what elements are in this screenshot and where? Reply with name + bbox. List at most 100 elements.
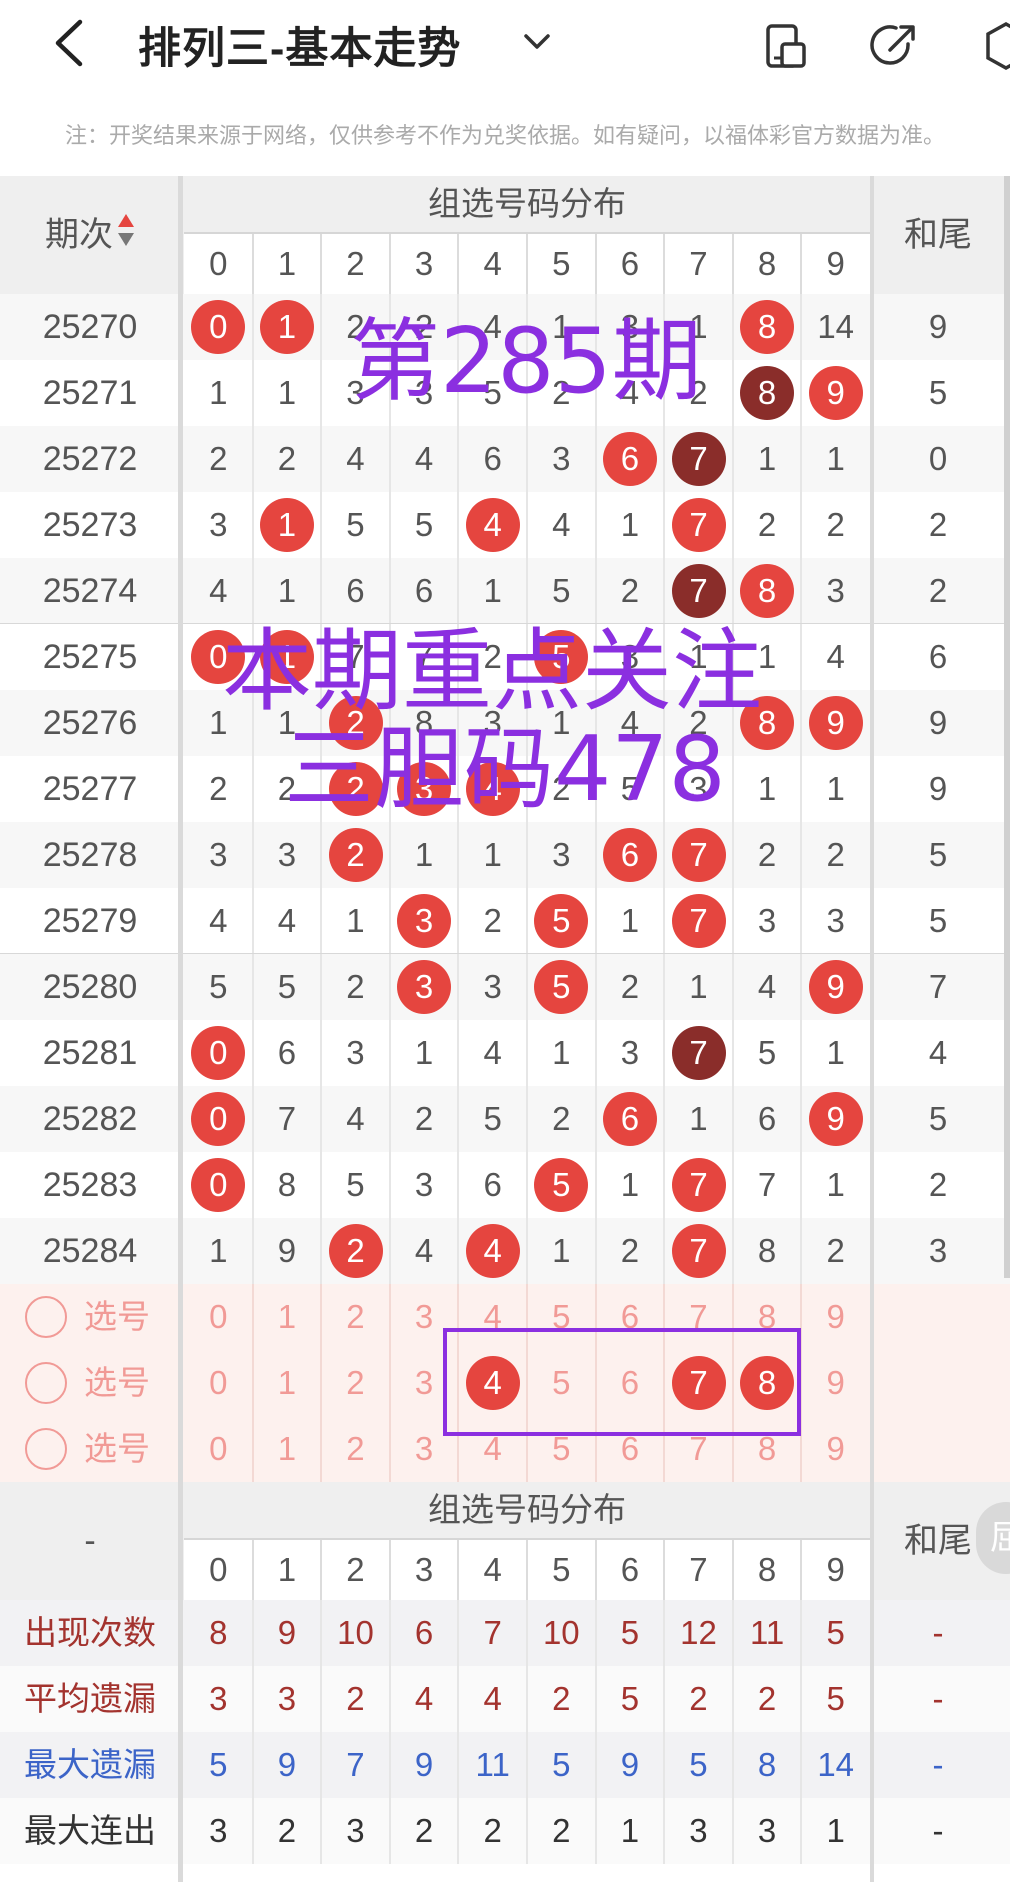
pickable-number[interactable]: 2: [321, 1350, 390, 1416]
pickable-number[interactable]: 1: [253, 1350, 322, 1416]
omission-value: 2: [826, 836, 845, 873]
omission-value: 6: [483, 440, 502, 477]
sum-tail-value: 2: [928, 1166, 948, 1203]
stats-value: 12: [680, 1614, 717, 1651]
stats-value: 2: [414, 1812, 434, 1849]
sum-tail-value: 5: [928, 836, 948, 873]
stats-tail-value: -: [932, 1812, 944, 1849]
omission-value: 2: [757, 836, 777, 873]
pickable-number[interactable]: 1: [253, 1416, 322, 1482]
drawn-number-ball: 1: [259, 300, 314, 354]
stats-value: 2: [483, 1812, 502, 1849]
stats-group-header: 组选号码分布: [428, 1491, 626, 1528]
omission-value: 2: [209, 440, 228, 477]
omission-value: 4: [277, 902, 297, 939]
drawn-number-ball: 7: [671, 1158, 726, 1212]
omission-value: 2: [620, 968, 640, 1005]
drawn-number-ball: 3: [397, 894, 452, 948]
omission-value: 2: [414, 1100, 434, 1137]
omission-value: 3: [620, 1034, 640, 1071]
drawn-number-ball: 4: [465, 498, 520, 552]
pickable-number[interactable]: 2: [321, 1284, 390, 1350]
table-row: 25284 1 9 2 4 4 1 2 7 8 2 3: [0, 1218, 1010, 1284]
stats-value: 5: [620, 1680, 640, 1717]
omission-value: 2: [552, 1100, 571, 1137]
omission-value: 3: [346, 1034, 365, 1071]
omission-value: 1: [209, 374, 228, 411]
pickable-number[interactable]: 9: [801, 1284, 870, 1350]
pickable-number[interactable]: 0: [184, 1416, 253, 1482]
omission-value: 7: [757, 1166, 777, 1203]
issue-column-header[interactable]: 期次: [0, 176, 180, 294]
pickable-number[interactable]: 0: [184, 1284, 253, 1350]
picker-label[interactable]: 选号: [84, 1350, 150, 1416]
picker-label[interactable]: 选号: [84, 1284, 150, 1350]
omission-value: 1: [757, 440, 777, 477]
back-arrow-icon[interactable]: [50, 18, 90, 68]
pickable-number[interactable]: 9: [801, 1416, 870, 1482]
digit-header-2: 2: [346, 1551, 365, 1588]
sum-tail-value: 9: [928, 308, 948, 345]
pickable-number[interactable]: 0: [184, 1350, 253, 1416]
stats-value: 10: [542, 1614, 580, 1651]
issue-number: 25271: [42, 374, 138, 412]
sort-icon[interactable]: [117, 178, 135, 296]
pickable-number[interactable]: 1: [253, 1284, 322, 1350]
layout-toggle-icon[interactable]: [760, 20, 812, 72]
pickable-number[interactable]: 2: [321, 1416, 390, 1482]
omission-value: 2: [826, 1232, 845, 1269]
omission-value: 1: [689, 1100, 708, 1137]
drawn-number-ball: 7: [671, 432, 726, 486]
chevron-down-icon[interactable]: [520, 26, 554, 56]
omission-value: 1: [620, 1166, 640, 1203]
omission-value: 1: [552, 1034, 571, 1071]
sum-tail-value: 9: [928, 770, 948, 807]
omission-value: 1: [757, 770, 777, 807]
digit-header-row: 0 1 2 3 4 5 6 7 8 9: [184, 234, 870, 294]
picker-radio-icon[interactable]: [25, 1428, 67, 1470]
issue-number: 25270: [42, 308, 138, 346]
share-icon[interactable]: [868, 20, 920, 72]
drawn-number-ball: 3: [397, 960, 452, 1014]
settings-icon[interactable]: [980, 20, 1010, 72]
digit-header-2: 2: [346, 245, 365, 282]
omission-value: 2: [757, 506, 777, 543]
pickable-number[interactable]: 9: [801, 1350, 870, 1416]
picker-radio-icon[interactable]: [25, 1362, 67, 1404]
omission-value: 5: [277, 968, 297, 1005]
omission-value: 1: [826, 440, 845, 477]
omission-value: 3: [552, 836, 571, 873]
page-title[interactable]: 排列三-基本走势: [138, 14, 461, 76]
issue-number: 25281: [42, 1034, 138, 1072]
sum-tail-value: 6: [928, 638, 948, 675]
omission-value: 5: [209, 968, 228, 1005]
digit-header-8: 8: [757, 1551, 777, 1588]
issue-number: 25275: [42, 638, 138, 676]
omission-value: 4: [757, 968, 777, 1005]
picker-radio-icon[interactable]: [25, 1296, 67, 1338]
table-row: 25283 0 8 5 3 6 5 1 7 7 1 2: [0, 1152, 1010, 1218]
stats-value: 1: [826, 1812, 845, 1849]
omission-value: 6: [757, 1100, 777, 1137]
stats-value: 2: [689, 1680, 708, 1717]
digit-header-8: 8: [757, 245, 777, 282]
stats-value: 9: [620, 1746, 640, 1783]
drawn-number-ball: 7: [671, 1224, 726, 1278]
tail-column-divider: [870, 176, 874, 1882]
omission-value: 1: [209, 1232, 228, 1269]
digit-header-0: 0: [209, 1551, 228, 1588]
stats-value: 7: [483, 1614, 502, 1651]
stats-header: - 组选号码分布 0123456789 和尾: [0, 1482, 1010, 1600]
sum-tail-value: 3: [928, 1232, 948, 1269]
table-row: 25279 4 4 1 3 2 5 1 7 3 3 5: [0, 888, 1010, 955]
omission-value: 8: [757, 1232, 777, 1269]
picker-label[interactable]: 选号: [84, 1416, 150, 1482]
omission-value: 5: [483, 1100, 502, 1137]
stats-value: 11: [749, 1614, 785, 1651]
overlay-issue-text: 第285期: [350, 309, 702, 414]
stats-row-label: 最大连出: [24, 1812, 156, 1849]
omission-value: 4: [209, 902, 228, 939]
stats-value: 5: [620, 1614, 640, 1651]
omission-value: 4: [483, 1034, 502, 1071]
omission-value: 2: [826, 506, 845, 543]
